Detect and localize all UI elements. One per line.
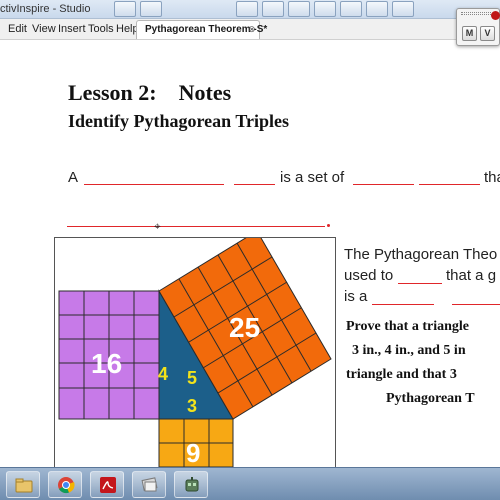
prove-text-line2: 3 in., 4 in., and 5 in <box>352 343 466 358</box>
answer-blank[interactable] <box>67 226 325 227</box>
folder-icon <box>15 478 33 493</box>
drag-handle[interactable] <box>461 12 491 15</box>
acrobat-icon <box>100 477 116 493</box>
quick-access-icon[interactable] <box>340 1 362 17</box>
theorem-text-line2a: used to <box>344 267 394 284</box>
prove-text-line4: Pythagorean T <box>386 391 475 406</box>
quick-access-icon[interactable] <box>392 1 414 17</box>
menu-tools[interactable]: Tools <box>88 23 114 35</box>
quick-access-icon[interactable] <box>262 1 284 17</box>
menu-view[interactable]: View <box>32 23 56 35</box>
answer-blank[interactable] <box>234 184 275 185</box>
sentence-end: tha <box>484 169 500 186</box>
prove-text-line3: triangle and that 3 <box>346 367 457 382</box>
prove-text-line1: Prove that a triangle <box>346 319 469 334</box>
window-title: ctivInspire - Studio <box>0 3 91 15</box>
theorem-text-line2b: that a g <box>446 267 497 284</box>
theorem-text-line3a: is a <box>344 288 368 305</box>
minimize-button[interactable]: M <box>462 26 477 41</box>
quick-access-icon[interactable] <box>314 1 336 17</box>
taskbar-activinspire[interactable] <box>132 471 166 498</box>
quick-access-icon[interactable] <box>366 1 388 17</box>
side-5-label: 5 <box>187 368 198 388</box>
taskbar-acrobat[interactable] <box>90 471 124 498</box>
app-window: ctivInspire - Studio Edit View Insert To… <box>0 0 500 500</box>
lesson-title: Lesson 2: Notes <box>68 80 232 105</box>
quick-access-icon[interactable] <box>288 1 310 17</box>
close-icon[interactable]: ⊗ <box>248 24 256 35</box>
record-icon[interactable] <box>491 11 500 20</box>
taskbar-robot[interactable] <box>174 471 208 498</box>
menu-insert[interactable]: Insert <box>58 23 86 35</box>
answer-blank[interactable] <box>398 283 442 284</box>
answer-blank[interactable] <box>419 184 480 185</box>
taskbar-chrome[interactable] <box>48 471 82 498</box>
quick-access-icon[interactable] <box>236 1 258 17</box>
answer-blank[interactable] <box>353 184 414 185</box>
square-25-label: 25 <box>229 312 261 343</box>
answer-blank[interactable] <box>372 304 434 305</box>
menu-edit[interactable]: Edit <box>8 23 27 35</box>
answer-blank[interactable] <box>452 304 500 305</box>
crosshair-cursor-icon: ⌖ <box>154 219 161 233</box>
taskbar <box>0 467 500 500</box>
robot-icon <box>185 477 199 492</box>
quick-access-icon[interactable] <box>140 1 162 17</box>
floating-toolbar: M V <box>456 8 500 46</box>
answer-blank[interactable] <box>84 184 224 185</box>
pen-dot <box>327 224 330 227</box>
sentence-middle: is a set of <box>280 169 345 186</box>
activinspire-icon <box>141 477 158 492</box>
side-3-label: 3 <box>187 396 198 416</box>
square-16-label: 16 <box>91 348 123 379</box>
title-bar: ctivInspire - Studio <box>0 0 500 19</box>
taskbar-folder[interactable] <box>6 471 40 498</box>
view-button[interactable]: V <box>480 26 495 41</box>
square-9-label: 9 <box>186 438 201 468</box>
pythagorean-figure: 16 25 9 4 5 3 <box>54 230 336 479</box>
theorem-text-line1: The Pythagorean Theo <box>344 246 498 263</box>
chrome-icon <box>58 477 75 494</box>
quick-access-icon[interactable] <box>114 1 136 17</box>
tab-pythagorean-theorem[interactable]: Pythagorean Theorem -S* ⊗ <box>136 20 267 39</box>
sentence-start: A <box>68 169 79 186</box>
lesson-subtitle: Identify Pythagorean Triples <box>68 111 290 131</box>
side-4-label: 4 <box>158 364 169 384</box>
